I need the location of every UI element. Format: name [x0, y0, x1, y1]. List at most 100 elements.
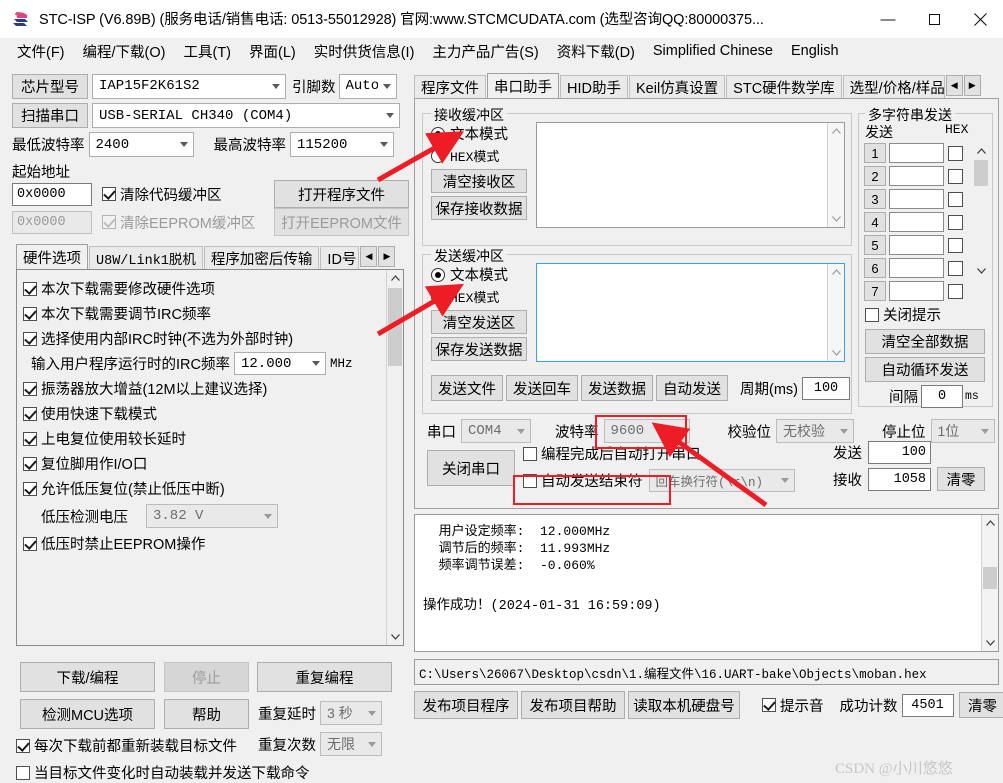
- read-disk-id-button[interactable]: 读取本机硬盘号: [628, 691, 740, 719]
- multi-string-input[interactable]: [889, 189, 944, 209]
- scroll-down-icon[interactable]: [828, 210, 844, 227]
- menu-simplified-chinese[interactable]: Simplified Chinese: [644, 40, 782, 62]
- tab-selection-price-sample[interactable]: 选型/价格/样品: [843, 75, 945, 99]
- multi-string-send-button[interactable]: 3: [864, 189, 886, 209]
- multi-string-send-button[interactable]: 7: [864, 281, 886, 301]
- tab-id-number[interactable]: ID号: [320, 246, 359, 270]
- menu-file[interactable]: 文件(F): [8, 38, 74, 65]
- option-row[interactable]: 上电复位使用较长延时: [17, 426, 403, 451]
- send-data-button[interactable]: 发送数据: [581, 375, 653, 401]
- autoload-on-change-checkbox[interactable]: 当目标文件变化时自动装载并发送下载命令: [16, 762, 310, 783]
- menu-interface[interactable]: 界面(L): [240, 38, 305, 65]
- option-row[interactable]: 使用快速下载模式: [17, 401, 403, 426]
- period-input[interactable]: 100: [802, 377, 850, 400]
- code-start-address-input[interactable]: 0x0000: [12, 183, 92, 206]
- multi-string-scrollbar[interactable]: [974, 144, 988, 277]
- send-hex-mode-radio[interactable]: HEX模式: [431, 287, 499, 306]
- save-receive-button[interactable]: 保存接收数据: [431, 196, 527, 220]
- scroll-down-icon[interactable]: [974, 263, 988, 277]
- detect-mcu-options-button[interactable]: 检测MCU选项: [20, 699, 155, 729]
- serial-port-select[interactable]: USB-SERIAL CH340 (COM4): [92, 103, 400, 128]
- checkbox-icon[interactable]: [948, 261, 963, 276]
- multi-string-send-button[interactable]: 4: [864, 212, 886, 232]
- tab-scroll-right-icon[interactable]: ▶: [378, 246, 395, 267]
- help-button[interactable]: 帮助: [164, 699, 249, 729]
- publish-project-help-button[interactable]: 发布项目帮助: [521, 691, 625, 719]
- min-baud-select[interactable]: 2400: [89, 132, 194, 157]
- tab-encrypted-transfer[interactable]: 程序加密后传输: [204, 246, 320, 270]
- checkbox-icon[interactable]: [948, 169, 963, 184]
- send-file-button[interactable]: 发送文件: [431, 375, 503, 401]
- publish-project-program-button[interactable]: 发布项目程序: [414, 691, 518, 719]
- clear-all-data-button[interactable]: 清空全部数据: [865, 329, 985, 354]
- close-port-button[interactable]: 关闭串口: [427, 450, 515, 486]
- file-path-field[interactable]: C:\Users\26067\Desktop\csdn\1.编程文件\16.UA…: [414, 659, 999, 685]
- maximize-button[interactable]: [911, 0, 957, 38]
- option-row[interactable]: 允许低压复位(禁止低压中断): [17, 476, 403, 501]
- tab-scroll-right-icon[interactable]: ▶: [964, 75, 981, 96]
- save-send-button[interactable]: 保存发送数据: [431, 337, 527, 361]
- download-program-button[interactable]: 下载/编程: [20, 662, 155, 692]
- pin-count-select[interactable]: Auto: [339, 74, 397, 99]
- beep-checkbox[interactable]: 提示音: [762, 695, 824, 716]
- repeat-count-select[interactable]: 无限: [320, 732, 382, 756]
- multi-string-send-button[interactable]: 1: [864, 143, 886, 163]
- clear-receive-button[interactable]: 清空接收区: [431, 169, 527, 193]
- send-scrollbar[interactable]: [827, 264, 844, 361]
- chip-model-button[interactable]: 芯片型号: [12, 74, 88, 99]
- option-row[interactable]: 振荡器放大增益(12M以上建议选择): [17, 376, 403, 401]
- interval-input[interactable]: 0: [921, 385, 963, 408]
- option-row[interactable]: 本次下载需要调节IRC频率: [17, 301, 403, 326]
- auto-send-button[interactable]: 自动发送: [656, 375, 728, 401]
- multi-string-input[interactable]: [889, 166, 944, 186]
- clear-send-button[interactable]: 清空发送区: [431, 310, 527, 334]
- multi-string-input[interactable]: [889, 212, 944, 232]
- checkbox-icon[interactable]: [948, 192, 963, 207]
- scroll-up-icon[interactable]: [974, 144, 988, 158]
- tab-scroll-left-icon[interactable]: ◀: [360, 246, 377, 267]
- parity-dropdown[interactable]: 无校验: [776, 419, 854, 443]
- tab-hid-assistant[interactable]: HID助手: [560, 75, 628, 99]
- scrollbar-thumb[interactable]: [983, 567, 997, 589]
- menu-downloads[interactable]: 资料下载(D): [548, 38, 644, 65]
- open-program-file-button[interactable]: 打开程序文件: [274, 180, 409, 208]
- multi-string-send-button[interactable]: 2: [864, 166, 886, 186]
- tab-hardware-options[interactable]: 硬件选项: [16, 244, 88, 270]
- tab-u8w-link1[interactable]: U8W/Link1脱机: [89, 246, 203, 270]
- scroll-up-icon[interactable]: [828, 264, 844, 281]
- option-row[interactable]: 选择使用内部IRC时钟(不选为外部时钟): [17, 326, 403, 351]
- close-button[interactable]: [957, 0, 1003, 38]
- tab-program-file[interactable]: 程序文件: [414, 75, 486, 99]
- baud-rate-dropdown[interactable]: 9600: [604, 419, 690, 443]
- receive-scrollbar[interactable]: [827, 123, 844, 227]
- scan-port-button[interactable]: 扫描串口: [12, 103, 88, 128]
- tab-stc-math-lib[interactable]: STC硬件数学库: [726, 75, 842, 99]
- scroll-up-icon[interactable]: [982, 515, 998, 532]
- scrollbar-thumb[interactable]: [388, 288, 402, 366]
- menu-realtime-supply[interactable]: 实时供货信息(I): [305, 38, 424, 65]
- max-baud-select[interactable]: 115200: [290, 132, 394, 157]
- menu-english[interactable]: English: [782, 40, 848, 62]
- option-row[interactable]: 本次下载需要修改硬件选项: [17, 276, 403, 301]
- repeat-program-button[interactable]: 重复编程: [257, 662, 392, 692]
- send-textarea[interactable]: [536, 263, 845, 362]
- close-tip-checkbox[interactable]: 关闭提示: [865, 304, 941, 325]
- receive-hex-mode-radio[interactable]: HEX模式: [431, 146, 499, 165]
- multi-string-input[interactable]: [889, 143, 944, 163]
- multi-string-send-button[interactable]: 6: [864, 258, 886, 278]
- lvd-voltage-select[interactable]: 3.82 V: [146, 504, 278, 528]
- reset-counters-button[interactable]: 清零: [937, 467, 985, 491]
- scroll-up-icon[interactable]: [387, 270, 403, 287]
- send-text-mode-radio[interactable]: 文本模式: [431, 264, 508, 285]
- receive-textarea[interactable]: [536, 122, 845, 228]
- auto-open-port-checkbox[interactable]: 编程完成后自动打开串口: [523, 443, 701, 464]
- scrollbar-thumb[interactable]: [974, 160, 988, 186]
- stop-bits-dropdown[interactable]: 1位: [931, 419, 995, 443]
- minimize-button[interactable]: —: [865, 0, 911, 38]
- repeat-delay-select[interactable]: 3 秒: [320, 701, 382, 725]
- checkbox-icon[interactable]: [948, 146, 963, 161]
- scroll-up-icon[interactable]: [828, 123, 844, 140]
- log-output[interactable]: 用户设定频率: 12.000MHz 调节后的频率: 11.993MHz 频率调节…: [414, 514, 999, 652]
- checkbox-icon[interactable]: [948, 284, 963, 299]
- multi-string-input[interactable]: [889, 281, 944, 301]
